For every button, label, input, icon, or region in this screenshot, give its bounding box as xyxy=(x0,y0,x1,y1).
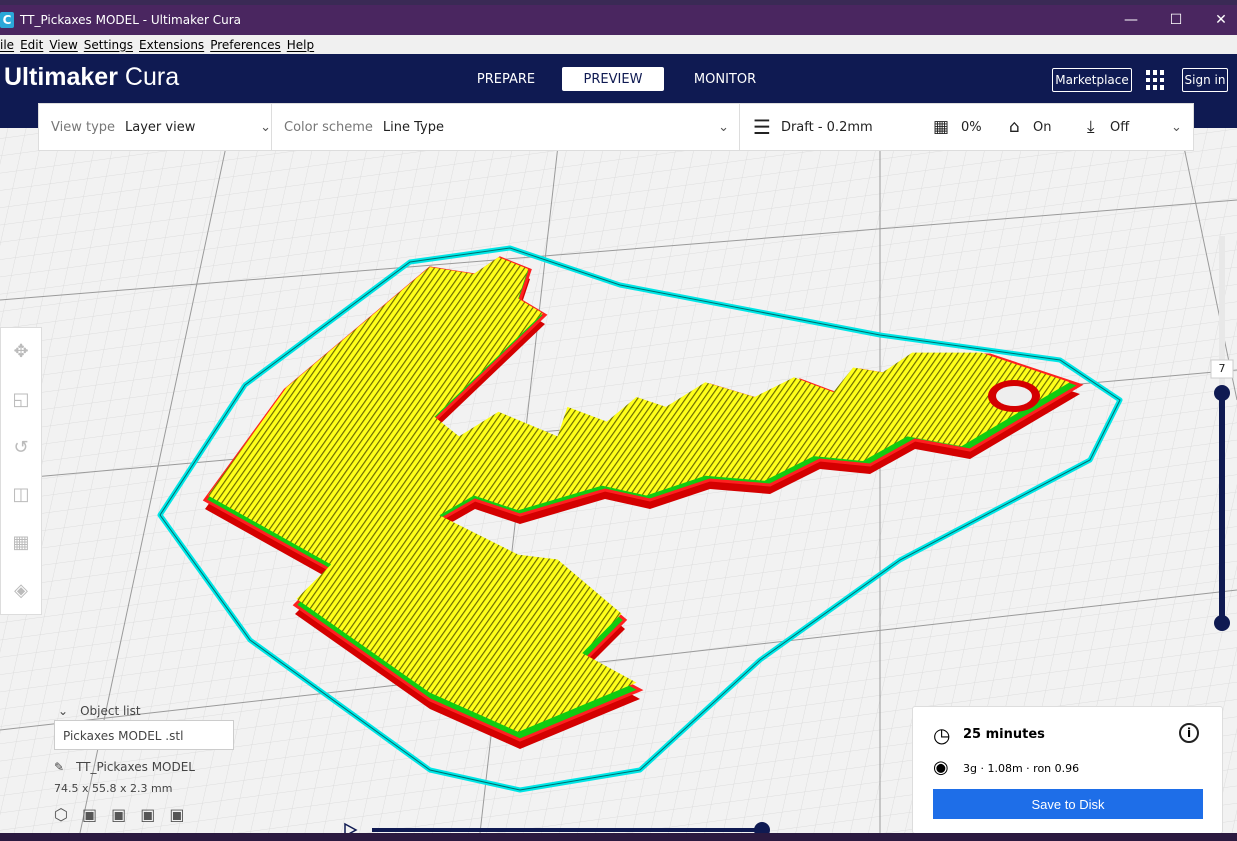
profile-value: Draft - 0.2mm xyxy=(780,119,873,135)
clock-icon: ◷ xyxy=(933,723,951,747)
brand-logo: Ultimaker Cura xyxy=(4,63,180,91)
chevron-down-icon: ⌄ xyxy=(1171,119,1182,135)
material-usage: 3g · 1.08m · ron 0.96 xyxy=(963,762,1080,775)
print-result-card: ◷ 25 minutes i ◉ 3g · 1.08m · ron 0.96 S… xyxy=(912,706,1223,834)
rotate-icon[interactable]: ↺ xyxy=(13,437,28,458)
save-to-disk-button[interactable]: Save to Disk xyxy=(933,789,1203,819)
menu-help[interactable]: Help xyxy=(287,38,314,52)
mirror-icon[interactable]: ◫ xyxy=(12,484,29,505)
support-value: On xyxy=(1033,119,1052,135)
sign-in-button[interactable]: Sign in xyxy=(1182,68,1228,92)
3d-view-icon[interactable]: ⬡ xyxy=(54,805,68,824)
color-scheme-dropdown[interactable]: Color scheme Line Type ⌄ xyxy=(284,104,729,150)
menu-view[interactable]: View xyxy=(49,38,77,52)
playback-track[interactable] xyxy=(372,828,762,832)
infill-value: 0% xyxy=(961,119,982,135)
right-view-icon[interactable]: ▣ xyxy=(169,805,184,824)
cura-app-icon: C xyxy=(0,12,14,28)
top-view-icon[interactable]: ▣ xyxy=(111,805,126,824)
menu-file[interactable]: ile xyxy=(0,38,14,52)
view-type-dropdown[interactable]: View type Layer view ⌄ xyxy=(51,104,271,150)
menu-settings[interactable]: Settings xyxy=(84,38,133,52)
marketplace-button[interactable]: Marketplace xyxy=(1052,68,1132,92)
print-settings-button[interactable]: ☰ Draft - 0.2mm ▦ 0% ⌂ On ⤓ Off ⌄ xyxy=(753,104,1183,150)
scale-icon[interactable]: ◱ xyxy=(12,389,29,410)
chevron-down-icon: ⌄ xyxy=(58,704,69,718)
support-icon: ⌂ xyxy=(1009,117,1020,137)
front-view-icon[interactable]: ▣ xyxy=(82,805,97,824)
pencil-icon: ✎ xyxy=(54,760,65,774)
view-toolbar: View type Layer view ⌄ Color scheme Line… xyxy=(38,103,1194,151)
object-list-item[interactable]: Pickaxes MODEL .stl xyxy=(54,720,234,750)
maximize-icon[interactable]: ☐ xyxy=(1153,5,1199,35)
color-scheme-value: Line Type xyxy=(382,119,444,135)
layer-slider-range[interactable] xyxy=(1219,393,1225,623)
sliders-icon: ☰ xyxy=(753,115,771,139)
object-list-toggle[interactable]: ⌄ Object list xyxy=(58,704,234,718)
close-icon[interactable]: ✕ xyxy=(1198,5,1237,35)
chevron-down-icon: ⌄ xyxy=(260,119,271,135)
print-time: 25 minutes xyxy=(963,727,1045,742)
object-dimensions: 74.5 x 55.8 x 2.3 mm xyxy=(54,782,173,795)
apps-grid-icon[interactable] xyxy=(1146,70,1166,90)
view-type-value: Layer view xyxy=(125,119,196,135)
minimize-icon[interactable]: — xyxy=(1108,5,1154,35)
adhesion-icon: ⤓ xyxy=(1087,117,1095,137)
bottom-bar xyxy=(0,833,1237,841)
menu-bar: ile Edit View Settings Extensions Prefer… xyxy=(0,35,1237,54)
object-name-row[interactable]: ✎ TT_Pickaxes MODEL xyxy=(54,760,234,774)
tab-preview[interactable]: PREVIEW xyxy=(562,67,664,91)
infill-icon: ▦ xyxy=(933,117,950,137)
tab-prepare[interactable]: PREPARE xyxy=(455,67,557,91)
menu-preferences[interactable]: Preferences xyxy=(210,38,281,52)
chevron-down-icon: ⌄ xyxy=(718,119,729,135)
move-icon[interactable]: ✥ xyxy=(13,341,28,362)
spool-icon: ◉ xyxy=(933,757,949,778)
layer-slider-upper-handle[interactable] xyxy=(1214,385,1230,401)
per-model-settings-icon[interactable]: ▦ xyxy=(12,532,29,553)
adhesion-value: Off xyxy=(1110,119,1130,135)
object-list-panel: ⌄ Object list Pickaxes MODEL .stl ✎ TT_Pic… xyxy=(54,704,234,824)
layer-slider-lower-handle[interactable] xyxy=(1214,615,1230,631)
menu-edit[interactable]: Edit xyxy=(20,38,43,52)
current-layer-label: 7 xyxy=(1218,362,1226,375)
tool-panel: ✥ ◱ ↺ ◫ ▦ ◈ xyxy=(0,327,42,615)
menu-extensions[interactable]: Extensions xyxy=(139,38,204,52)
info-icon[interactable]: i xyxy=(1179,723,1199,743)
left-view-icon[interactable]: ▣ xyxy=(140,805,155,824)
window-title: TT_Pickaxes MODEL - Ultimaker Cura xyxy=(20,13,242,27)
tab-monitor[interactable]: MONITOR xyxy=(674,67,776,91)
support-blocker-icon[interactable]: ◈ xyxy=(14,580,28,601)
title-bar: C TT_Pickaxes MODEL - Ultimaker Cura — ☐… xyxy=(0,5,1237,35)
